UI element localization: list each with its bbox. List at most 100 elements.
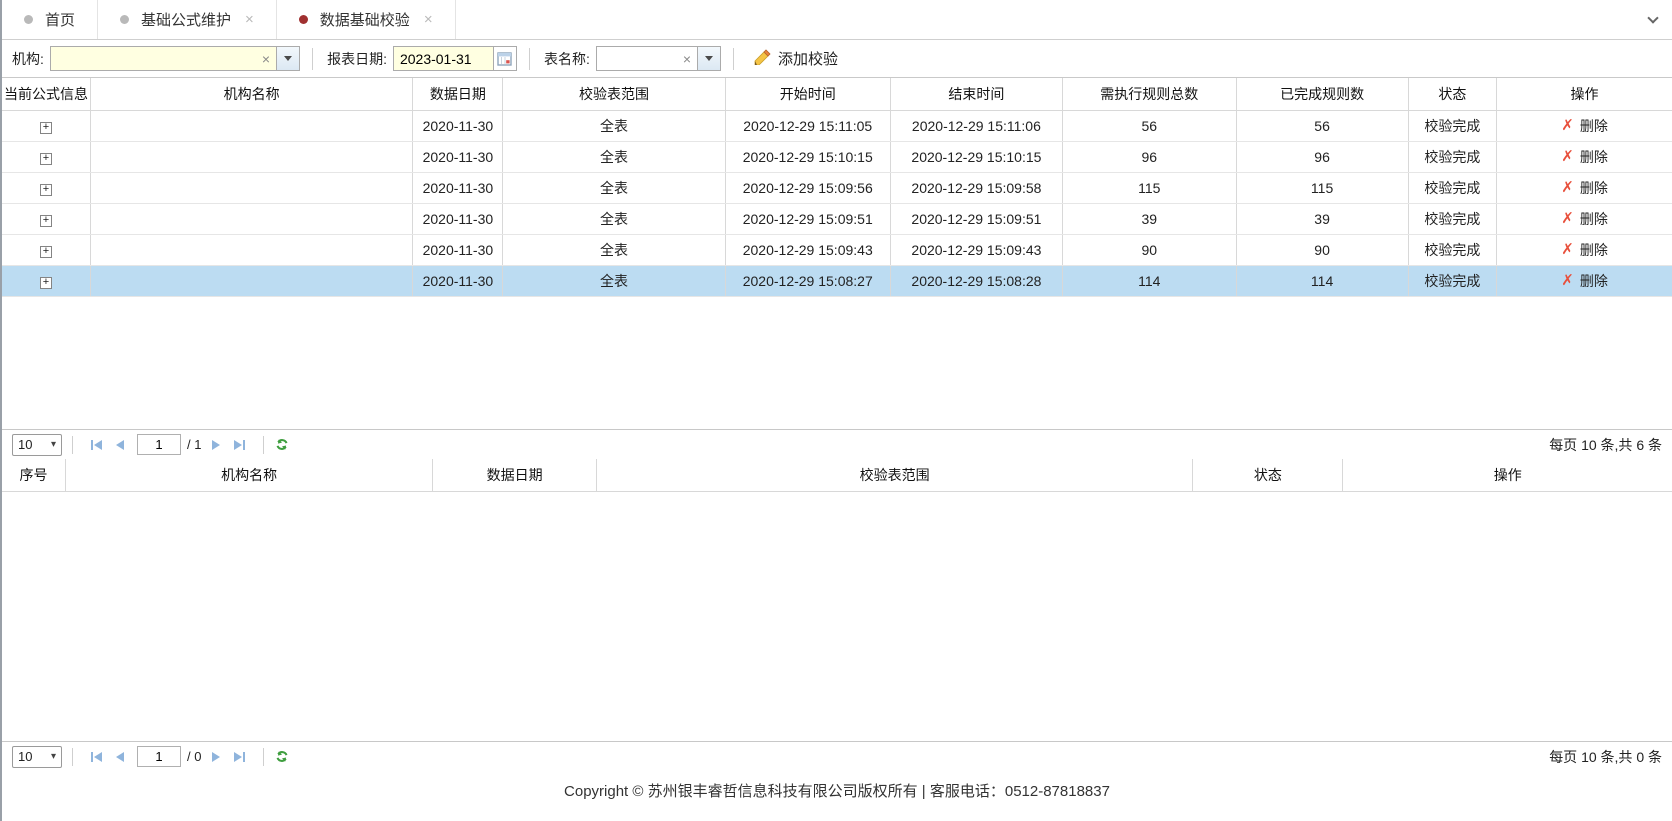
expand-row-icon[interactable]: + (40, 122, 52, 134)
expand-row-icon[interactable]: + (40, 184, 52, 196)
delete-x-icon: ✗ (1561, 273, 1574, 288)
record-count-summary: 每页 10 条,共 6 条 (1549, 435, 1662, 455)
report-date-field (393, 46, 517, 71)
table-row[interactable]: +2020-11-30全表2020-12-29 15:10:152020-12-… (2, 141, 1672, 172)
chevron-down-icon[interactable] (697, 47, 720, 70)
copyright-text: Copyright © 苏州银丰睿哲信息科技有限公司版权所有 | 客服电话：05… (564, 783, 1110, 800)
column-header[interactable]: 操作 (1497, 78, 1672, 110)
clear-icon[interactable]: × (256, 47, 276, 70)
close-icon[interactable]: × (245, 12, 254, 27)
table-cell: 2020-11-30 (413, 172, 503, 203)
tab-label: 首页 (45, 9, 75, 30)
delete-button[interactable]: ✗ 删除 (1561, 271, 1608, 291)
delete-button[interactable]: ✗删除 (1561, 240, 1608, 260)
column-header[interactable]: 结束时间 (890, 78, 1062, 110)
column-header[interactable]: 当前公式信息 (2, 78, 91, 110)
table-cell: 2020-12-29 15:10:15 (725, 141, 890, 172)
table-name-label: 表名称: (544, 49, 590, 69)
page-number-input[interactable] (137, 746, 181, 767)
page-number-input[interactable] (137, 434, 181, 455)
first-page-button[interactable] (90, 440, 102, 450)
actions-cell: ✗ 删除 (1497, 110, 1672, 141)
pager-divider (72, 436, 73, 454)
table-cell: 56 (1062, 110, 1236, 141)
table-cell: 2020-12-29 15:08:28 (890, 265, 1062, 296)
first-page-button[interactable] (90, 752, 102, 762)
actions-cell: ✗ 删除 (1497, 265, 1672, 296)
expand-row-icon[interactable]: + (40, 277, 52, 289)
refresh-icon[interactable] (274, 437, 290, 452)
app-root: 首页 基础公式维护 × 数据基础校验 × 机构: × 报表日期: (0, 0, 1672, 821)
delete-label: 删除 (1580, 178, 1608, 198)
chevron-down-icon[interactable] (1649, 13, 1660, 24)
calendar-icon[interactable] (493, 46, 517, 71)
prev-page-button[interactable] (116, 752, 124, 762)
delete-button[interactable]: ✗ 删除 (1561, 116, 1608, 136)
table-cell: 2020-12-29 15:11:06 (890, 110, 1062, 141)
table-cell: 全表 (503, 141, 725, 172)
column-header[interactable]: 数据日期 (413, 78, 503, 110)
clear-icon[interactable]: × (677, 47, 697, 70)
refresh-icon[interactable] (274, 749, 290, 764)
expand-row-icon[interactable]: + (40, 153, 52, 165)
column-header[interactable]: 机构名称 (65, 459, 432, 491)
column-header[interactable]: 状态 (1193, 459, 1343, 491)
table-cell: 115 (1236, 172, 1408, 203)
delete-button[interactable]: ✗删除 (1561, 209, 1608, 229)
table-cell: 全表 (503, 203, 725, 234)
table-row[interactable]: +2020-11-30全表2020-12-29 15:09:512020-12-… (2, 203, 1672, 234)
column-header[interactable]: 操作 (1343, 459, 1672, 491)
last-page-button[interactable] (234, 440, 246, 450)
column-header[interactable]: 序号 (2, 459, 65, 491)
report-date-input[interactable] (393, 46, 493, 71)
column-header[interactable]: 开始时间 (725, 78, 890, 110)
tab-formula-maintenance[interactable]: 基础公式维护 × (98, 0, 277, 39)
next-page-button[interactable] (212, 440, 220, 450)
chevron-down-icon[interactable] (276, 47, 299, 70)
last-page-button[interactable] (234, 752, 246, 762)
close-icon[interactable]: × (424, 12, 433, 27)
table-cell: 114 (1062, 265, 1236, 296)
expand-row-icon[interactable]: + (40, 246, 52, 258)
column-header[interactable]: 数据日期 (433, 459, 597, 491)
next-page-button[interactable] (212, 752, 220, 762)
table-cell: 2020-11-30 (413, 234, 503, 265)
table-row[interactable]: +2020-11-30全表2020-12-29 15:09:562020-12-… (2, 172, 1672, 203)
add-validation-button[interactable]: 添加校验 (746, 46, 846, 71)
table-row[interactable]: +2020-11-30全表2020-12-29 15:09:432020-12-… (2, 234, 1672, 265)
table-row[interactable]: +2020-11-30全表2020-12-29 15:08:272020-12-… (2, 265, 1672, 296)
column-header[interactable]: 已完成规则数 (1236, 78, 1408, 110)
table-cell: 校验完成 (1408, 141, 1497, 172)
record-count-summary: 每页 10 条,共 0 条 (1549, 747, 1662, 767)
table-name-input[interactable] (597, 47, 677, 70)
delete-label: 删除 (1580, 271, 1608, 291)
delete-label: 删除 (1580, 116, 1608, 136)
delete-x-icon: ✗ (1561, 149, 1574, 164)
delete-button[interactable]: ✗删除 (1561, 178, 1608, 198)
pagination-bottom: 10 ▾ / 0 每页 10 条,共 0 条 (2, 741, 1672, 771)
table-cell: 39 (1062, 203, 1236, 234)
table-row[interactable]: +2020-11-30全表2020-12-29 15:11:052020-12-… (2, 110, 1672, 141)
page-size-select[interactable]: 10 ▾ (12, 746, 62, 768)
expand-row-icon[interactable]: + (40, 215, 52, 227)
expand-cell: + (2, 141, 91, 172)
validation-results-table: 当前公式信息机构名称数据日期校验表范围开始时间结束时间需执行规则总数已完成规则数… (2, 77, 1672, 429)
prev-page-button[interactable] (116, 440, 124, 450)
column-header[interactable]: 状态 (1408, 78, 1497, 110)
delete-button[interactable]: ✗删除 (1561, 147, 1608, 167)
expand-cell: + (2, 110, 91, 141)
delete-label: 删除 (1580, 240, 1608, 260)
table-cell: 校验完成 (1408, 234, 1497, 265)
actions-cell: ✗删除 (1497, 172, 1672, 203)
tab-data-validation[interactable]: 数据基础校验 × (277, 0, 456, 39)
column-header[interactable]: 需执行规则总数 (1062, 78, 1236, 110)
delete-x-icon: ✗ (1561, 118, 1574, 133)
org-input[interactable] (51, 47, 256, 70)
page-size-value: 10 (18, 437, 32, 452)
column-header[interactable]: 校验表范围 (597, 459, 1193, 491)
pagination-top: 10 ▾ / 1 每页 10 条,共 6 条 (2, 429, 1672, 459)
column-header[interactable]: 校验表范围 (503, 78, 725, 110)
tab-home[interactable]: 首页 (2, 0, 98, 39)
column-header[interactable]: 机构名称 (91, 78, 413, 110)
page-size-select[interactable]: 10 ▾ (12, 434, 62, 456)
